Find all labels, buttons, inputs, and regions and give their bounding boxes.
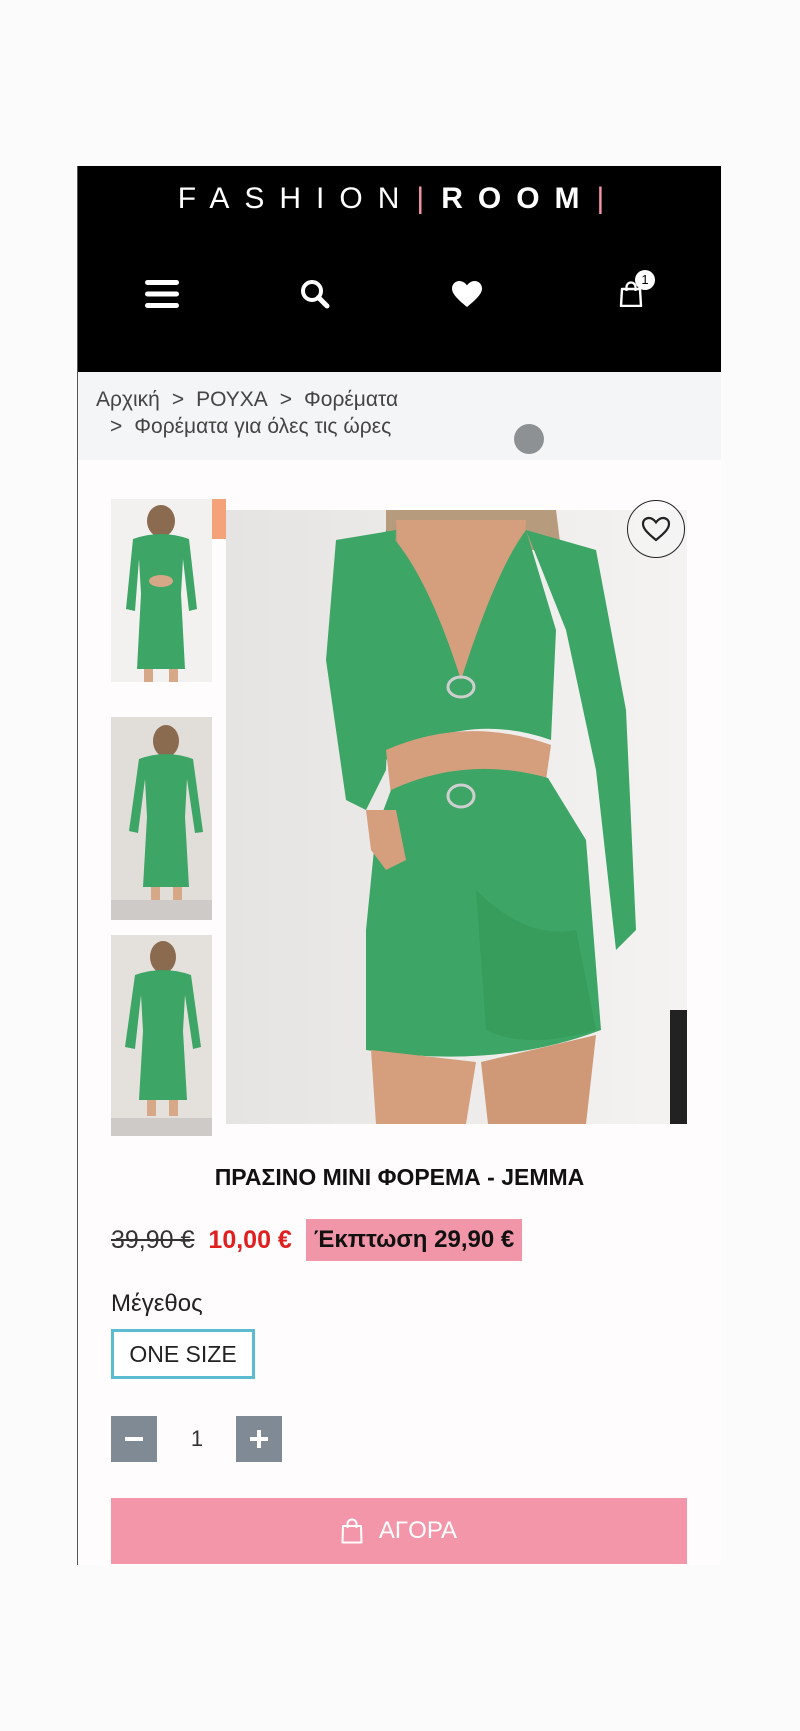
quantity-value[interactable]: 1 (182, 1416, 212, 1462)
breadcrumb-separator: > (110, 415, 123, 438)
size-option-one-size[interactable]: ONE SIZE (111, 1329, 255, 1379)
menu-button[interactable] (142, 274, 182, 314)
minus-icon (125, 1437, 143, 1441)
size-label: Μέγεθος (111, 1290, 203, 1317)
gallery-thumbnail-1[interactable] (111, 499, 212, 682)
breadcrumb-current: Φορέματα για όλες τις ώρες (134, 415, 392, 438)
menu-icon (145, 280, 179, 308)
breadcrumb-home[interactable]: Αρχική (96, 388, 160, 411)
breadcrumb: Αρχική > ΡΟΥΧΑ > Φορέματα > Φορέματα για όλες… (78, 372, 721, 460)
cart-count-badge: 1 (635, 270, 655, 290)
breadcrumb-separator: > (171, 388, 185, 411)
touch-indicator (514, 424, 544, 454)
product-page: FASHION|ROOM| 1 Αρχική > ΡΟΥΧΑ > Φορέματα > Φ… (77, 166, 721, 1565)
search-icon (301, 280, 330, 309)
gallery-thumbnail-3[interactable] (111, 935, 212, 1136)
product-main-image[interactable] (226, 510, 687, 1124)
thumbnail-tag (212, 499, 226, 539)
wishlist-button[interactable] (447, 274, 487, 314)
sale-price: 10,00 € (208, 1225, 292, 1254)
site-header: FASHION|ROOM| 1 (78, 166, 721, 372)
breadcrumb-clothes[interactable]: ΡΟΥΧΑ (196, 388, 268, 411)
quantity-decrease-button[interactable] (111, 1416, 157, 1462)
cart-button[interactable]: 1 (611, 270, 655, 314)
buy-button[interactable]: ΑΓΟΡΑ (111, 1498, 687, 1564)
plus-icon (250, 1430, 268, 1448)
breadcrumb-dresses[interactable]: Φορέματα (304, 388, 398, 411)
search-button[interactable] (295, 274, 335, 314)
dress-thumbnail-image (111, 499, 212, 682)
green-dress-photo (226, 510, 687, 1124)
old-price: 39,90 € (111, 1225, 195, 1254)
dress-thumbnail-image (111, 717, 212, 920)
quantity-increase-button[interactable] (236, 1416, 282, 1462)
add-to-wishlist-button[interactable] (627, 500, 685, 558)
shopping-bag-icon (341, 1518, 363, 1544)
product-title: ΠΡΑΣΙΝΟ ΜΙΝΙ ΦΟΡΕΜΑ - JEMMA (214, 1164, 585, 1190)
gallery-thumbnail-2[interactable] (111, 717, 212, 920)
site-logo[interactable]: FASHION|ROOM| (78, 182, 721, 216)
price-row: 39,90 € 10,00 € Έκπτωση 29,90 € (111, 1219, 523, 1261)
heart-outline-icon (641, 516, 671, 541)
buy-button-label: ΑΓΟΡΑ (378, 1517, 458, 1544)
dress-thumbnail-image (111, 935, 212, 1136)
breadcrumb-separator: > (279, 388, 293, 411)
discount-badge: Έκπτωση 29,90 € (305, 1219, 523, 1261)
heart-icon (452, 280, 482, 307)
